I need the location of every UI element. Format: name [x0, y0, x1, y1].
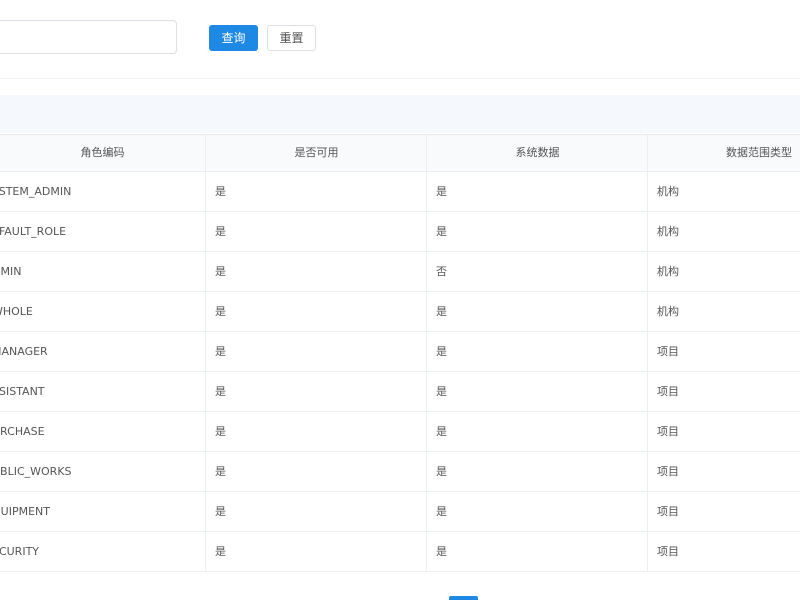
data-scope-type-cell: 机构: [647, 252, 800, 291]
role-code-cell: QUIPMENT: [0, 505, 50, 518]
enabled-cell: 是: [205, 372, 426, 411]
system-data-cell: 是: [426, 172, 647, 211]
role-code-cell: WHOLE: [0, 305, 33, 318]
column-header-enabled[interactable]: 是否可用: [205, 135, 427, 171]
enabled-cell: 是: [205, 252, 426, 291]
role-code-cell: ECURITY: [0, 545, 40, 558]
column-header-data-scope-type[interactable]: 数据范围类型: [647, 135, 800, 171]
data-scope-type-cell: 机构: [647, 172, 800, 211]
reset-button[interactable]: 重置: [267, 25, 316, 51]
role-code-cell: YSTEM_ADMIN: [0, 185, 72, 198]
table-row[interactable]: YSTEM_ADMIN 是 是 机构: [0, 172, 800, 212]
column-header-system-data[interactable]: 系统数据: [426, 135, 648, 171]
system-data-cell: 是: [426, 332, 647, 371]
role-list-page: 查询 重置 角色编码 是否可用 系统数据 数据范围类型 YSTEM_ADMIN …: [0, 0, 800, 600]
enabled-cell: 是: [205, 212, 426, 251]
role-code-cell: SSISTANT: [0, 385, 45, 398]
table-row[interactable]: DMIN 是 否 机构: [0, 252, 800, 292]
data-scope-type-cell: 项目: [647, 372, 800, 411]
system-data-cell: 是: [426, 532, 647, 571]
data-scope-type-cell: 项目: [647, 532, 800, 571]
column-header-role-code[interactable]: 角色编码: [0, 135, 205, 171]
role-code-cell: MANAGER: [0, 345, 48, 358]
data-scope-type-cell: 项目: [647, 332, 800, 371]
system-data-cell: 否: [426, 252, 647, 291]
role-table: 角色编码 是否可用 系统数据 数据范围类型 YSTEM_ADMIN 是 是 机构…: [0, 134, 800, 572]
enabled-cell: 是: [205, 292, 426, 331]
table-row[interactable]: SSISTANT 是 是 项目: [0, 372, 800, 412]
table-row[interactable]: MANAGER 是 是 项目: [0, 332, 800, 372]
data-scope-type-cell: 机构: [647, 292, 800, 331]
enabled-cell: 是: [205, 172, 426, 211]
data-scope-type-cell: 项目: [647, 492, 800, 531]
role-code-cell: URCHASE: [0, 425, 45, 438]
role-code-cell: DMIN: [0, 265, 22, 278]
enabled-cell: 是: [205, 492, 426, 531]
table-row[interactable]: URCHASE 是 是 项目: [0, 412, 800, 452]
table-header: 角色编码 是否可用 系统数据 数据范围类型: [0, 135, 800, 172]
system-data-cell: 是: [426, 292, 647, 331]
enabled-cell: 是: [205, 412, 426, 451]
table-row[interactable]: QUIPMENT 是 是 项目: [0, 492, 800, 532]
table-row[interactable]: UBLIC_WORKS 是 是 项目: [0, 452, 800, 492]
table-row[interactable]: ECURITY 是 是 项目: [0, 532, 800, 572]
query-button[interactable]: 查询: [209, 25, 258, 51]
system-data-cell: 是: [426, 372, 647, 411]
data-scope-type-cell: 项目: [647, 412, 800, 451]
system-data-cell: 是: [426, 212, 647, 251]
search-input[interactable]: [0, 20, 177, 54]
data-scope-type-cell: 项目: [647, 452, 800, 491]
role-code-cell: UBLIC_WORKS: [0, 465, 72, 478]
system-data-cell: 是: [426, 452, 647, 491]
enabled-cell: 是: [205, 332, 426, 371]
system-data-cell: 是: [426, 492, 647, 531]
enabled-cell: 是: [205, 452, 426, 491]
search-bar: 查询 重置: [0, 0, 800, 79]
pagination-current-page[interactable]: [449, 596, 478, 600]
table-toolbar: [0, 95, 800, 133]
role-code-cell: EFAULT_ROLE: [0, 225, 67, 238]
table-row[interactable]: WHOLE 是 是 机构: [0, 292, 800, 332]
data-scope-type-cell: 机构: [647, 212, 800, 251]
system-data-cell: 是: [426, 412, 647, 451]
enabled-cell: 是: [205, 532, 426, 571]
table-row[interactable]: EFAULT_ROLE 是 是 机构: [0, 212, 800, 252]
